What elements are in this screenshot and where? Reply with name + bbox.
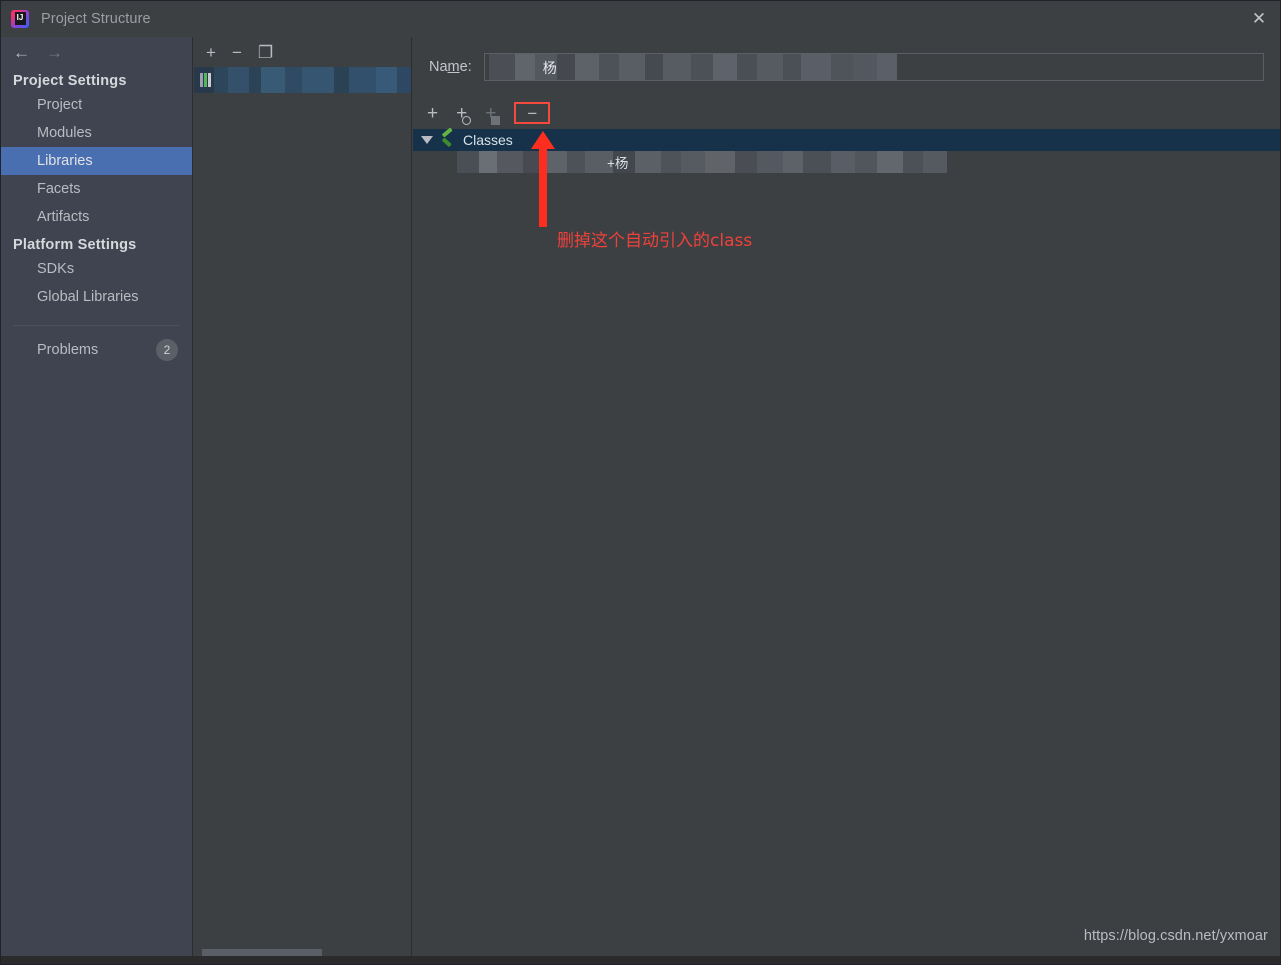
sidebar-group-platform-settings: Platform Settings: [13, 237, 137, 253]
sidebar-item-problems[interactable]: Problems 2: [1, 336, 192, 364]
library-details-panel: Name: 杨 + + + − Classes +杨 删掉这个自动引入的clas…: [413, 37, 1280, 964]
sidebar-item-sdks[interactable]: SDKs: [1, 255, 192, 283]
library-list: 杨: [194, 67, 411, 936]
class-path-fragment: +杨: [607, 156, 629, 171]
add-jar-directory-button[interactable]: +: [456, 104, 472, 125]
sidebar-item-label: Problems: [37, 342, 99, 358]
sidebar-divider: [13, 325, 180, 326]
sidebar-item-label: Global Libraries: [37, 289, 139, 305]
title-bar: IJ Project Structure ✕: [1, 1, 1280, 37]
classes-toolbar: + + + −: [413, 97, 1280, 129]
add-library-button[interactable]: +: [206, 44, 216, 61]
name-field-label: Name:: [429, 59, 472, 75]
library-icon: [200, 73, 212, 87]
sidebar-navigation: ← →: [1, 37, 192, 67]
sidebar-item-artifacts[interactable]: Artifacts: [1, 203, 192, 231]
sidebar-item-label: SDKs: [37, 261, 75, 277]
sidebar-item-libraries[interactable]: Libraries: [1, 147, 192, 175]
watermark: https://blog.csdn.net/yxmoar: [1083, 928, 1268, 944]
chevron-down-icon[interactable]: [421, 136, 433, 144]
folder-badge-icon: [491, 115, 501, 125]
close-icon[interactable]: ✕: [1236, 1, 1280, 37]
back-arrow-icon[interactable]: ←: [13, 44, 30, 61]
circle-badge-icon: [462, 115, 472, 125]
copy-library-button[interactable]: ❐: [258, 44, 273, 61]
tree-root-label: Classes: [463, 132, 513, 148]
library-list-panel: + − ❐ 杨: [194, 37, 412, 964]
redaction-blur: [214, 67, 411, 93]
add-directory-button[interactable]: +: [485, 104, 501, 125]
sidebar-item-global-libraries[interactable]: Global Libraries: [1, 283, 192, 311]
sidebar-group-project-settings: Project Settings: [13, 73, 127, 89]
forward-arrow-icon[interactable]: →: [46, 44, 63, 61]
name-value-fragment: 杨: [542, 60, 557, 76]
sidebar-item-label: Project: [37, 97, 83, 113]
sidebar-item-label: Libraries: [37, 153, 93, 169]
intellij-idea-icon: IJ: [11, 10, 29, 28]
add-classes-button[interactable]: +: [427, 104, 438, 123]
sidebar-item-label: Facets: [37, 181, 81, 197]
sidebar-item-facets[interactable]: Facets: [1, 175, 192, 203]
remove-library-button[interactable]: −: [232, 44, 242, 61]
name-input[interactable]: 杨: [483, 53, 1264, 81]
window-bottom-edge: [1, 956, 1280, 964]
sidebar-item-modules[interactable]: Modules: [1, 119, 192, 147]
remove-class-button[interactable]: −: [514, 102, 551, 124]
library-list-toolbar: + − ❐: [194, 37, 411, 67]
name-field-row: Name: 杨: [413, 37, 1280, 97]
sidebar-item-label: Modules: [37, 125, 92, 141]
project-structure-dialog: IJ Project Structure ✕ ← → Project Setti…: [0, 0, 1281, 965]
problems-count-badge: 2: [156, 339, 178, 361]
settings-sidebar: ← → Project Settings Project Modules Lib…: [1, 37, 193, 964]
sidebar-item-label: Artifacts: [37, 209, 90, 225]
classes-arrow-icon: [441, 127, 457, 148]
window-title: Project Structure: [41, 11, 151, 27]
sidebar-item-project[interactable]: Project: [1, 91, 192, 119]
annotation-arrow: [531, 131, 555, 227]
list-item[interactable]: 杨: [194, 67, 411, 93]
annotation-text: 删掉这个自动引入的class: [557, 231, 753, 251]
